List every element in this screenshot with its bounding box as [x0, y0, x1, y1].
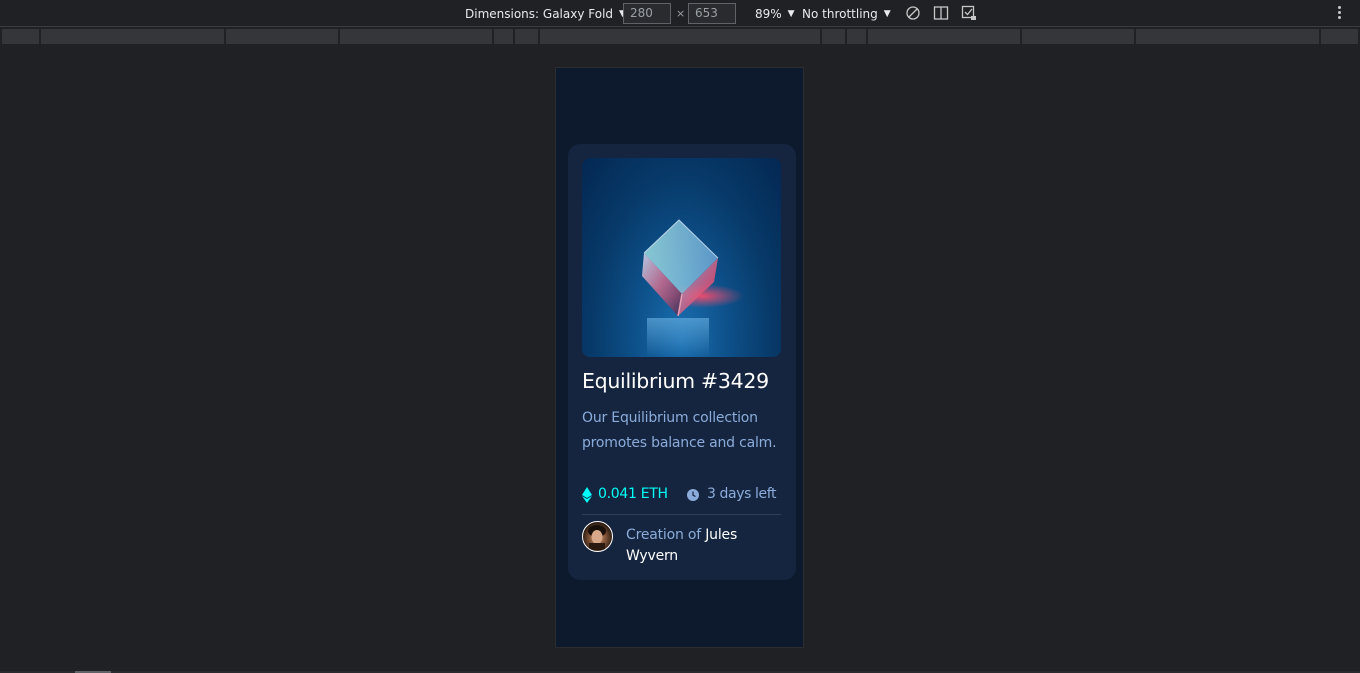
throttling-label: No throttling [802, 6, 878, 21]
cube-image [642, 219, 744, 356]
creator-prefix: Creation of [626, 527, 701, 543]
caret-down-icon: ▼ [883, 8, 891, 19]
media-query-segment[interactable] [1321, 29, 1358, 44]
media-query-segment[interactable] [822, 29, 845, 44]
media-query-segment[interactable] [2, 29, 39, 44]
media-query-segment[interactable] [340, 29, 492, 44]
zoom-dropdown[interactable]: 89% ▼ [755, 0, 795, 27]
media-query-segment[interactable] [226, 29, 338, 44]
dimensions-dropdown[interactable]: Dimensions: Galaxy Fold ▼ [465, 0, 626, 27]
media-query-segment[interactable] [515, 29, 538, 44]
times-symbol: × [676, 7, 686, 20]
dimensions-label: Dimensions: Galaxy Fold [465, 6, 614, 21]
avatar-image [588, 525, 606, 551]
media-query-segment[interactable] [41, 29, 224, 44]
ethereum-icon [582, 487, 592, 503]
media-query-segment[interactable] [847, 29, 866, 44]
media-query-bar [0, 28, 1360, 45]
zoom-label: 89% [755, 6, 782, 21]
device-posture-icon[interactable] [961, 5, 977, 21]
nft-card: Equilibrium #3429 Our Equilibrium collec… [568, 144, 796, 580]
caret-down-icon: ▼ [787, 8, 795, 19]
creator-line: Creation of Jules Wyvern [626, 525, 786, 567]
time-left: 3 days left [707, 486, 777, 502]
throttling-dropdown[interactable]: No throttling ▼ [802, 0, 891, 27]
media-query-segment[interactable] [494, 29, 513, 44]
media-query-segment[interactable] [540, 29, 820, 44]
nft-image[interactable] [582, 158, 781, 357]
dual-screen-icon[interactable] [933, 5, 949, 21]
card-description: Our Equilibrium collection promotes bala… [582, 410, 777, 451]
media-query-segment[interactable] [868, 29, 1020, 44]
more-options-icon[interactable] [1338, 6, 1344, 22]
device-toolbar: Dimensions: Galaxy Fold ▼ 280 × 653 89% … [0, 0, 1360, 27]
price-row: 0.041 ETH 3 days left [582, 485, 782, 505]
media-query-segment[interactable] [1022, 29, 1134, 44]
clock-icon [687, 489, 699, 501]
rotate-icon[interactable] [905, 5, 921, 21]
height-input[interactable]: 653 [688, 3, 736, 24]
width-input[interactable]: 280 [623, 3, 671, 24]
device-viewport: Equilibrium #3429 Our Equilibrium collec… [555, 67, 804, 648]
price-value: 0.041 ETH [598, 486, 668, 502]
avatar [582, 521, 613, 552]
divider [582, 514, 781, 515]
media-query-segment[interactable] [1136, 29, 1319, 44]
card-title[interactable]: Equilibrium #3429 [582, 369, 792, 393]
